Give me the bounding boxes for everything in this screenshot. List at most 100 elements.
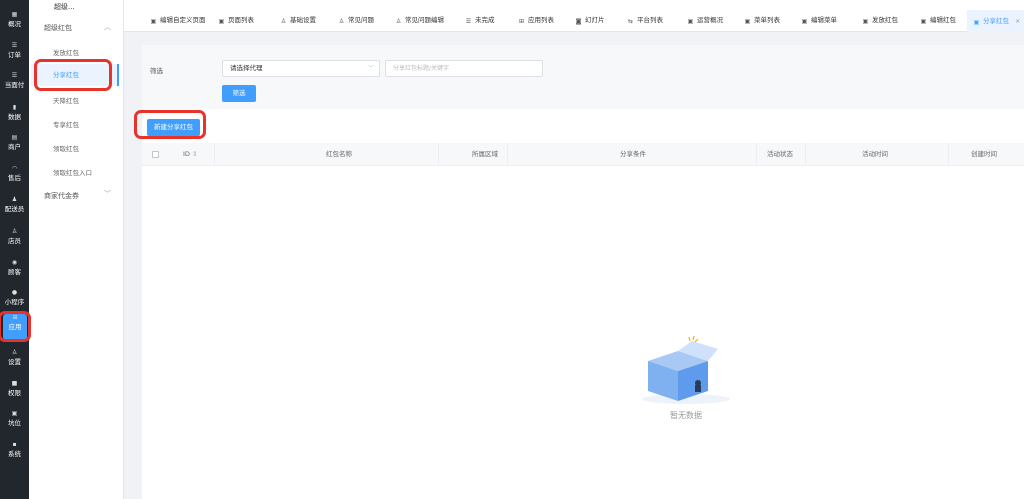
rail-label: 坑位 bbox=[8, 419, 21, 427]
tab-5[interactable]: ☰ 未完成 bbox=[465, 14, 495, 26]
tab-8[interactable]: ⇆ 平台列表 bbox=[627, 14, 663, 26]
col-name: 红包名称 bbox=[326, 150, 352, 158]
tab-0[interactable]: ▣ 编辑自定义页面 bbox=[150, 14, 206, 26]
clerk-icon: ♙ bbox=[11, 228, 18, 235]
rail-item-1[interactable]: ☰ 订单 bbox=[0, 42, 29, 64]
system-icon: ▪ bbox=[12, 441, 17, 448]
rail-item-12[interactable]: ■ 权限 bbox=[0, 380, 29, 402]
tab-label: 常见问题 bbox=[348, 16, 374, 24]
empty-state-text: 暂无数据 bbox=[670, 411, 702, 420]
col-activity-time: 活动时间 bbox=[862, 150, 888, 158]
rail-item-9[interactable]: ● 小程序 bbox=[0, 289, 29, 311]
agent-select-value: 请选择代理 bbox=[230, 64, 263, 72]
page-icon: ▣ bbox=[687, 18, 694, 25]
tab-13[interactable]: ▣ 编辑红包 bbox=[920, 14, 956, 26]
col-region: 所属区域 bbox=[472, 150, 498, 158]
settings-icon: ♙ bbox=[11, 349, 18, 356]
user-settings-icon: ♙ bbox=[395, 18, 402, 25]
rail-label: 当面付 bbox=[4, 81, 25, 89]
list-icon: ☰ bbox=[465, 18, 472, 25]
page-icon: ▣ bbox=[862, 18, 869, 25]
main-content: 筛选 请选择代理 ﹀ 分享红包标题/关键字 筛选 新建分享红包 ID ⇕ 红包名… bbox=[142, 45, 1024, 499]
table-header: ID ⇕ 红包名称 所属区域 分享条件 活动状态 活动时间 创建时间 bbox=[142, 143, 1024, 166]
tab-14[interactable]: ▣ 分享红包 × bbox=[967, 10, 1024, 32]
subnav-item-claim-entry[interactable]: 领取红包入口 bbox=[53, 167, 92, 177]
tab-label: 分享红包 bbox=[983, 17, 1009, 25]
chevron-up-icon[interactable]: ︿ bbox=[104, 22, 111, 32]
sort-icon: ⇕ bbox=[192, 150, 198, 158]
col-id[interactable]: ID ⇕ bbox=[183, 143, 197, 166]
rail-item-11[interactable]: ♙ 设置 bbox=[0, 349, 29, 371]
rail-item-4[interactable]: ▤ 商户 bbox=[0, 134, 29, 156]
tab-label: 菜单列表 bbox=[754, 16, 780, 24]
highlight-apps bbox=[0, 311, 31, 342]
grid-icon: ▦ bbox=[11, 11, 18, 18]
close-icon[interactable]: × bbox=[1015, 17, 1020, 25]
tab-1[interactable]: ▣ 页面列表 bbox=[218, 14, 254, 26]
subnav-item-claim-redpacket[interactable]: 领取红包 bbox=[53, 143, 79, 153]
tab-6[interactable]: ⊞ 应用列表 bbox=[518, 14, 554, 26]
filter-label: 筛选 bbox=[150, 67, 163, 75]
tab-label: 编辑菜单 bbox=[811, 16, 837, 24]
rail-item-6[interactable]: ♟ 配送员 bbox=[0, 196, 29, 218]
courier-icon: ♟ bbox=[11, 196, 18, 203]
tab-10[interactable]: ▣ 菜单列表 bbox=[744, 14, 780, 26]
tab-4[interactable]: ♙ 常见问题编辑 bbox=[395, 14, 444, 26]
agent-select[interactable]: 请选择代理 ﹀ bbox=[222, 60, 380, 77]
rail-item-3[interactable]: ▮ 数据 bbox=[0, 104, 29, 126]
tab-12[interactable]: ▣ 发放红包 bbox=[862, 14, 898, 26]
page-icon: ▣ bbox=[150, 18, 157, 25]
rail-item-7[interactable]: ♙ 店员 bbox=[0, 228, 29, 250]
tab-3[interactable]: ♙ 常见问题 bbox=[338, 14, 374, 26]
user-settings-icon: ♙ bbox=[280, 18, 287, 25]
rail-label: 店员 bbox=[8, 237, 21, 245]
store-icon: ▤ bbox=[11, 134, 18, 141]
page-icon: ▣ bbox=[744, 18, 751, 25]
keyword-input[interactable]: 分享红包标题/关键字 bbox=[385, 60, 543, 77]
rail-item-2[interactable]: ☰ 当面付 bbox=[0, 72, 29, 94]
rail-item-14[interactable]: ▪ 系统 bbox=[0, 441, 29, 463]
highlight-new-button bbox=[134, 110, 206, 139]
subnav-item-sky-redpacket[interactable]: 天降红包 bbox=[53, 95, 79, 105]
rail-label: 设置 bbox=[8, 358, 21, 366]
tab-label: 编辑自定义页面 bbox=[160, 16, 206, 24]
page-icon: ▣ bbox=[218, 18, 225, 25]
tab-label: 常见问题编辑 bbox=[405, 16, 444, 24]
highlight-share-redpacket bbox=[34, 59, 112, 91]
select-all-checkbox[interactable] bbox=[152, 151, 159, 158]
subnav-item-exclusive-redpacket[interactable]: 专享红包 bbox=[53, 119, 79, 129]
tab-9[interactable]: ▣ 运营概况 bbox=[687, 14, 723, 26]
tab-label: 发放红包 bbox=[872, 16, 898, 24]
rail-item-0[interactable]: ▦ 概况 bbox=[0, 11, 29, 33]
subnav-group-super-redpacket[interactable]: 超级红包 bbox=[44, 23, 72, 33]
page-icon: ▣ bbox=[920, 18, 927, 25]
tab-label: 页面列表 bbox=[228, 16, 254, 24]
tab-11[interactable]: ▣ 编辑菜单 bbox=[801, 14, 837, 26]
filter-button[interactable]: 筛选 bbox=[222, 85, 256, 102]
tab-2[interactable]: ♙ 基础设置 bbox=[280, 14, 316, 26]
tab-bar: ▣ 编辑自定义页面 ▣ 页面列表 ♙ 基础设置 ♙ 常见问题 ♙ 常见问题编辑 ☰ 未完成 ⊞ 应用列表 ◙… bbox=[124, 0, 1024, 32]
rail-label: 商户 bbox=[8, 143, 21, 151]
rail-label: 数据 bbox=[8, 113, 21, 121]
empty-box-icon bbox=[642, 335, 730, 404]
list-icon: ☰ bbox=[11, 42, 18, 49]
rail-label: 权限 bbox=[8, 389, 21, 397]
rail-item-5[interactable]: ◠ 售后 bbox=[0, 165, 29, 187]
page-icon: ▣ bbox=[973, 19, 980, 26]
rail-label: 配送员 bbox=[4, 205, 25, 213]
col-share-condition: 分享条件 bbox=[620, 150, 646, 158]
rail-item-8[interactable]: ◉ 顾客 bbox=[0, 259, 29, 281]
chevron-down-icon[interactable]: ﹀ bbox=[104, 189, 111, 199]
tab-7[interactable]: ◙ 幻灯片 bbox=[575, 14, 605, 26]
page-icon: ▣ bbox=[801, 18, 808, 25]
main-sidebar: ▦ 概况 ☰ 订单 ☰ 当面付 ▮ 数据 ▤ 商户 ◠ 售后 ♟ 配送员 ♙ 店员 ◉ 顾客 ● 小程序 ⊞ 应用 ♙ 设置 ■… bbox=[0, 0, 29, 499]
subnav-group-merchant-voucher[interactable]: 商家代金券 bbox=[44, 191, 79, 201]
list-icon: ☰ bbox=[11, 72, 18, 79]
tab-label: 未完成 bbox=[475, 16, 495, 24]
subnav-item-issue-redpacket[interactable]: 发放红包 bbox=[53, 47, 79, 57]
empty-state: 暂无数据 bbox=[634, 333, 738, 423]
customer-icon: ◉ bbox=[11, 259, 18, 266]
rail-label: 售后 bbox=[8, 174, 21, 182]
rail-item-13[interactable]: ▣ 坑位 bbox=[0, 410, 29, 432]
tab-label: 幻灯片 bbox=[585, 16, 605, 24]
